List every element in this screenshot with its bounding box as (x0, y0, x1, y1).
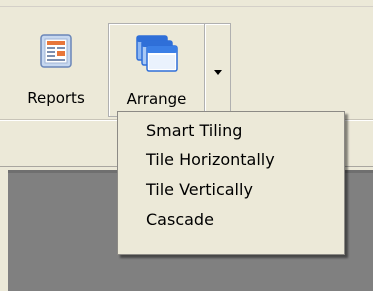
menu-item-tile-horizontally[interactable]: Tile Horizontally (146, 150, 275, 169)
arrange-menu: Smart Tiling Tile Horizontally Tile Vert… (117, 111, 345, 255)
arrange-windows-icon (135, 35, 178, 77)
arrange-dropdown-button[interactable] (204, 23, 231, 117)
reports-button[interactable]: Reports (10, 23, 102, 117)
dropdown-arrow-icon (214, 70, 222, 75)
arrange-label: Arrange (126, 90, 187, 108)
reports-label: Reports (27, 89, 85, 107)
reports-icon (40, 34, 72, 72)
arrange-button[interactable]: Arrange (108, 23, 205, 117)
toolbar: Reports Arrange (0, 7, 373, 119)
menu-item-smart-tiling[interactable]: Smart Tiling (146, 121, 242, 140)
app-window: Reports Arrange Smart Tiling Tile Horizo… (0, 0, 373, 291)
menu-item-tile-vertically[interactable]: Tile Vertically (146, 180, 253, 199)
menu-item-cascade[interactable]: Cascade (146, 210, 214, 229)
